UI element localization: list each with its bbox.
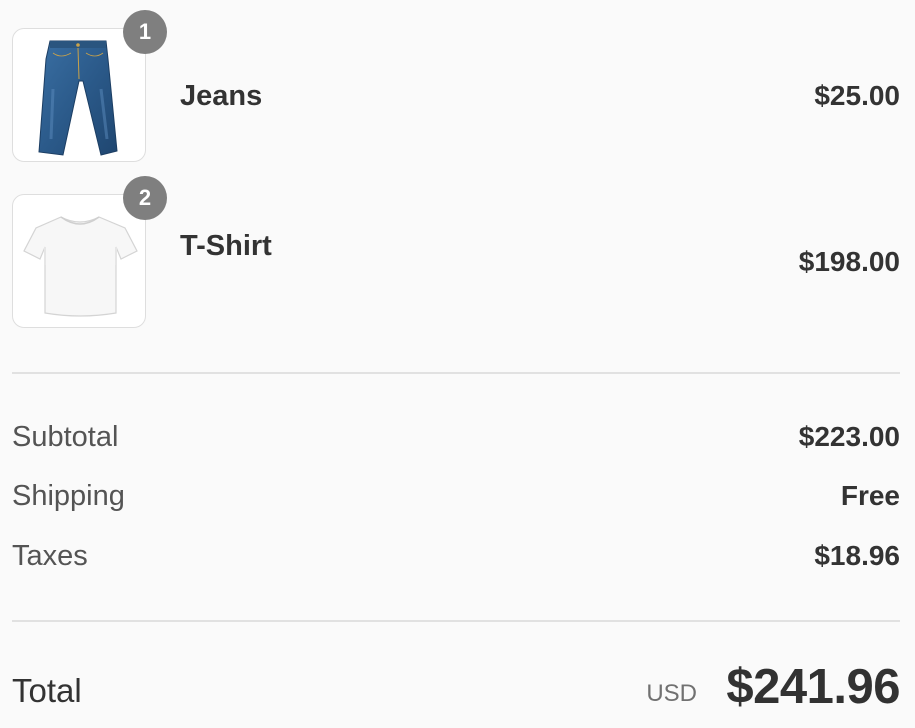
shipping-value: Free bbox=[840, 480, 900, 511]
tshirt-image bbox=[23, 216, 138, 317]
currency-code: USD bbox=[646, 680, 697, 707]
taxes-label: Taxes bbox=[12, 540, 88, 572]
line-item: 2 T-Shirt $198.00 bbox=[12, 176, 900, 330]
taxes-value: $18.96 bbox=[814, 540, 900, 571]
quantity-badge: 2 bbox=[123, 176, 167, 220]
quantity-badge: 1 bbox=[123, 10, 167, 54]
subtotal-value: $223.00 bbox=[798, 421, 900, 452]
subtotal-label: Subtotal bbox=[12, 421, 119, 453]
total-amount: $241.96 bbox=[726, 660, 900, 714]
divider bbox=[12, 620, 900, 622]
product-price: $198.00 bbox=[798, 246, 900, 277]
product-name: T-Shirt bbox=[180, 230, 272, 262]
order-summary: 1 Jeans $25.00 2 T-Shirt $198.00 Subtota… bbox=[0, 0, 915, 728]
subtotal-row: Subtotal $223.00 bbox=[12, 421, 900, 457]
product-thumbnail bbox=[12, 28, 146, 162]
divider bbox=[12, 372, 900, 374]
product-name: Jeans bbox=[180, 80, 263, 112]
taxes-row: Taxes $18.96 bbox=[12, 540, 900, 576]
product-thumbnail bbox=[12, 194, 146, 328]
line-item: 1 Jeans $25.00 bbox=[12, 10, 900, 164]
product-price: $25.00 bbox=[814, 80, 900, 111]
jeans-image bbox=[38, 40, 118, 156]
shipping-row: Shipping Free bbox=[12, 480, 900, 516]
total-label: Total bbox=[12, 672, 82, 709]
shipping-label: Shipping bbox=[12, 480, 125, 512]
